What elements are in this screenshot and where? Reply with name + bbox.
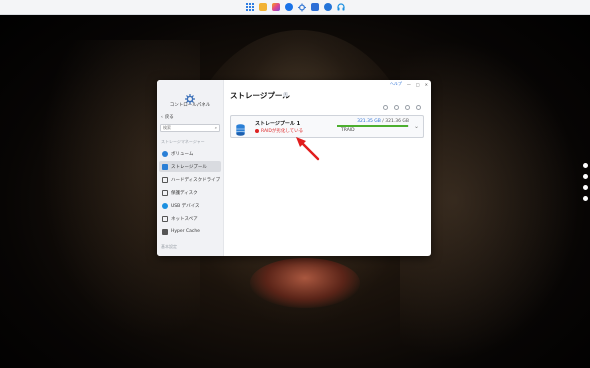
pool-status-text: RAIDが劣化している <box>261 129 304 134</box>
scan-icon[interactable] <box>405 105 410 110</box>
control-panel-gear-icon <box>185 89 195 104</box>
usage-bar <box>337 125 409 127</box>
volume-icon <box>162 150 168 157</box>
section-basic-settings: 基本設定 <box>161 244 177 249</box>
pool-status: RAIDが劣化している <box>255 128 303 134</box>
sidebar-item-label: ネットスペア <box>171 216 198 222</box>
info-icon[interactable]: i <box>283 92 288 97</box>
app-title: コントロールパネル <box>169 103 211 108</box>
net-spare-icon <box>162 215 168 222</box>
back-button[interactable]: ‹ 戻る <box>161 114 174 121</box>
widget-monitor-icon[interactable] <box>583 163 588 168</box>
side-widgets <box>583 163 588 201</box>
manage-icon[interactable] <box>394 105 399 110</box>
hyper-cache-icon <box>162 228 168 235</box>
close-icon[interactable]: ✕ <box>425 82 428 87</box>
sidebar-item-label: ボリューム <box>171 151 194 157</box>
sidebar-item-label: USB デバイス <box>171 203 200 209</box>
control-panel-icon[interactable] <box>297 3 306 11</box>
pool-usage: 321.35 GB / 321.36 GB <box>357 119 409 124</box>
sidebar-item-label: ハードディスクドライブ <box>171 177 221 183</box>
page-title: ストレージプール <box>230 91 290 100</box>
sidebar-item-storage-pool[interactable]: ストレージプール <box>159 161 221 172</box>
hard-drive-icon <box>162 176 168 183</box>
file-station-icon[interactable] <box>258 3 267 11</box>
sidebar: コントロールパネル ‹ 戻る 検索 ⌕ ストレージマネージャー ボリューム スト… <box>157 80 224 256</box>
search-placeholder: 検索 <box>163 125 171 130</box>
create-icon[interactable] <box>383 105 388 110</box>
pool-name: ストレージプール 1 <box>255 121 301 127</box>
control-panel-window: コントロールパネル ‹ 戻る 検索 ⌕ ストレージマネージャー ボリューム スト… <box>157 80 431 256</box>
sidebar-item-usb[interactable]: USB デバイス <box>159 200 221 211</box>
storage-pool-icon <box>162 163 168 170</box>
chevron-down-icon[interactable]: ⌄ <box>414 123 419 130</box>
background-lion-mouth <box>250 258 360 308</box>
chevron-left-icon: ‹ <box>161 114 163 120</box>
clock-icon[interactable] <box>284 3 293 11</box>
sidebar-item-protected-disk[interactable]: 保護ディスク <box>159 187 221 198</box>
usage-bar-fill <box>337 125 409 127</box>
photos-icon[interactable] <box>271 3 280 11</box>
protected-disk-icon <box>162 189 168 196</box>
security-icon[interactable] <box>323 3 332 11</box>
back-label: 戻る <box>164 115 174 120</box>
taskbar <box>0 0 590 15</box>
sidebar-item-label: Hyper Cache <box>171 229 200 234</box>
toolbar <box>383 105 421 110</box>
sidebar-item-net-spare[interactable]: ネットスペア <box>159 213 221 224</box>
storage-pool-card[interactable]: ストレージプール 1 RAIDが劣化している 321.35 GB / 321.3… <box>230 115 424 138</box>
sidebar-item-label: 保護ディスク <box>171 190 198 196</box>
used-capacity: 321.35 GB <box>357 119 381 124</box>
support-icon[interactable] <box>336 3 345 11</box>
section-storage-manager: ストレージマネージャー <box>161 139 205 144</box>
sidebar-item-hyper-cache[interactable]: Hyper Cache <box>159 226 221 237</box>
window-controls: ヘルプ — □ ✕ <box>390 81 428 87</box>
widget-info-icon[interactable] <box>583 196 588 201</box>
main-menu-icon[interactable] <box>245 3 254 11</box>
help-link[interactable]: ヘルプ <box>390 81 402 87</box>
notes-icon[interactable] <box>310 3 319 11</box>
settings-icon[interactable] <box>416 105 421 110</box>
minimize-icon[interactable]: — <box>407 82 411 87</box>
sidebar-item-hard-drive[interactable]: ハードディスクドライブ <box>159 174 221 185</box>
raid-type: TRAID <box>341 128 355 133</box>
error-icon <box>255 129 259 133</box>
sidebar-item-volume[interactable]: ボリューム <box>159 148 221 159</box>
total-capacity: 321.36 GB <box>385 119 409 124</box>
search-input[interactable]: 検索 ⌕ <box>160 124 220 132</box>
widget-chat-icon[interactable] <box>583 174 588 179</box>
sidebar-item-label: ストレージプール <box>171 164 207 170</box>
search-icon: ⌕ <box>214 125 217 130</box>
database-icon <box>236 121 245 136</box>
maximize-icon[interactable]: □ <box>416 82 420 87</box>
widget-notification-icon[interactable] <box>583 185 588 190</box>
usb-icon <box>162 202 168 209</box>
